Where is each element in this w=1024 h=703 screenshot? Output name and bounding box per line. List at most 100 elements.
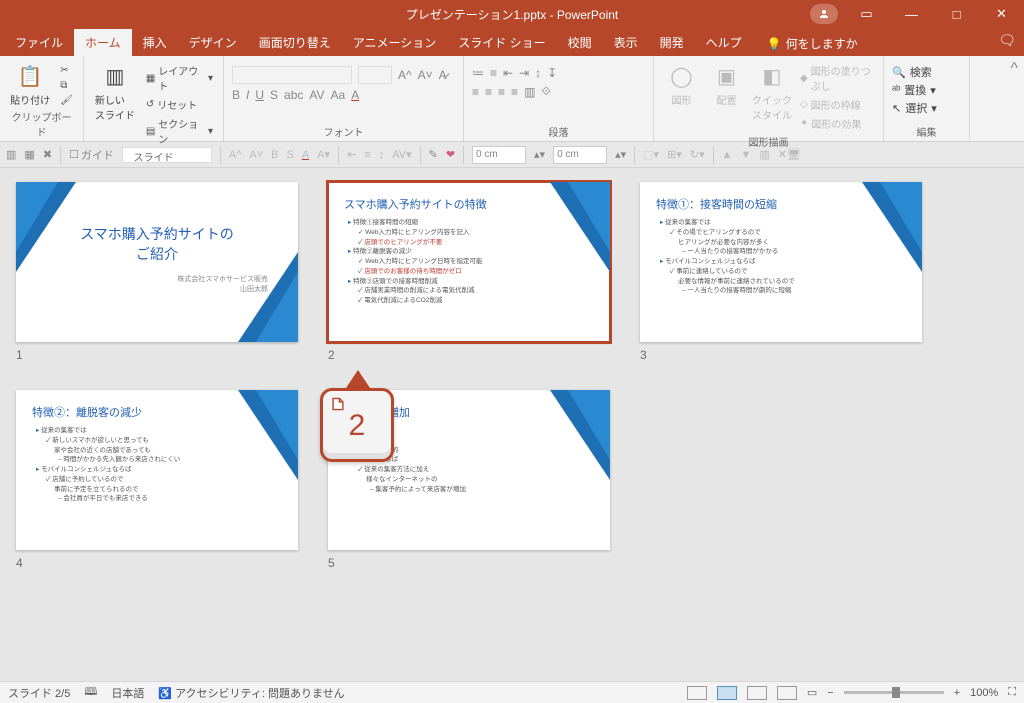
- align-left-button[interactable]: ≡: [472, 85, 479, 99]
- eyedropper[interactable]: ✎: [429, 148, 438, 161]
- zoom-in-button[interactable]: +: [954, 687, 960, 699]
- strikethrough-button[interactable]: S: [270, 88, 278, 102]
- change-case-button[interactable]: Aa: [331, 88, 346, 102]
- new-slide-button[interactable]: ▥新しい スライド: [92, 60, 138, 122]
- highlight[interactable]: A▾: [317, 148, 330, 161]
- replace-button[interactable]: ᵃᵇ置換▾: [892, 82, 937, 98]
- quick-styles-button[interactable]: ◧クイック スタイル: [752, 60, 792, 122]
- grow-font[interactable]: A^: [229, 149, 242, 161]
- justify-button[interactable]: ≡: [511, 85, 518, 99]
- tab-insert[interactable]: 挿入: [132, 29, 178, 56]
- qat-stop[interactable]: ▦: [24, 148, 34, 161]
- align-l[interactable]: ⇤: [347, 148, 356, 161]
- font-color[interactable]: A: [302, 149, 309, 161]
- section-button[interactable]: ▤セクション▾: [144, 115, 215, 147]
- extra[interactable]: ✕🖥: [778, 148, 801, 161]
- line-spacing-button[interactable]: ↕: [535, 66, 541, 80]
- copy-button[interactable]: ⧉: [58, 79, 75, 92]
- reading-view-button[interactable]: [747, 686, 767, 700]
- tab-home[interactable]: ホーム: [74, 29, 132, 56]
- minimize-button[interactable]: —: [889, 0, 934, 28]
- layout-button[interactable]: ▦レイアウト▾: [144, 62, 215, 94]
- paste-button[interactable]: 📋貼り付け: [8, 60, 52, 107]
- qat-close[interactable]: ✖: [43, 148, 52, 161]
- underline-button[interactable]: U: [255, 88, 264, 102]
- shrink-font[interactable]: A˅: [249, 149, 263, 161]
- increase-indent-button[interactable]: ⇥: [519, 66, 529, 80]
- slide-counter[interactable]: スライド 2/5: [8, 685, 70, 701]
- accessibility-status[interactable]: ♿ アクセシビリティ: 問題ありません: [158, 685, 344, 701]
- tab-transitions[interactable]: 画面切り替え: [248, 29, 342, 56]
- shape-fill-button[interactable]: ◆図形の塗りつぶし: [798, 62, 875, 94]
- slide-thumbnail[interactable]: 来店客の増加ではこっては業が限定的ェルジュならば従来の集客方法に加え様々なインタ…: [328, 390, 610, 550]
- width-input[interactable]: [472, 146, 526, 164]
- normal-view-button[interactable]: [687, 686, 707, 700]
- picker[interactable]: ❤: [446, 148, 455, 161]
- shape-effects-button[interactable]: ✦図形の効果: [798, 115, 875, 132]
- clear-format-icon[interactable]: A̷: [439, 68, 447, 82]
- tab-animations[interactable]: アニメーション: [342, 29, 448, 56]
- align-center-button[interactable]: ≡: [485, 85, 492, 99]
- character-spacing-button[interactable]: AV: [309, 88, 324, 102]
- bullets-button[interactable]: ≔: [472, 66, 484, 80]
- format-painter-button[interactable]: 🖌: [58, 94, 75, 107]
- zoom-level[interactable]: 100%: [970, 687, 998, 699]
- cut-button[interactable]: ✂: [58, 64, 75, 77]
- account-icon[interactable]: [810, 4, 838, 24]
- align-right-button[interactable]: ≡: [498, 85, 505, 99]
- group-btn[interactable]: ⬚▾: [643, 148, 659, 161]
- tab-help[interactable]: ヘルプ: [695, 29, 753, 56]
- font-color-button[interactable]: A: [351, 88, 359, 102]
- tab-review[interactable]: 校閲: [557, 29, 603, 56]
- tab-developer[interactable]: 開発: [649, 29, 695, 56]
- align-r[interactable]: ↕: [379, 149, 385, 161]
- bold-button[interactable]: B: [232, 88, 240, 102]
- arrange-button[interactable]: ▣配置: [707, 60, 746, 107]
- shadow-button[interactable]: abc: [284, 88, 303, 102]
- pane[interactable]: ▥: [759, 148, 769, 161]
- shape-outline-button[interactable]: ◇図形の枠線: [798, 96, 875, 113]
- align-c[interactable]: ≡: [364, 149, 370, 161]
- find-button[interactable]: 🔍検索: [892, 64, 937, 80]
- share-button[interactable]: 🗨: [998, 32, 1016, 49]
- spacing[interactable]: AV▾: [392, 148, 411, 161]
- text-direction-button[interactable]: ↧: [547, 66, 557, 80]
- ribbon-display-options-icon[interactable]: ▭: [844, 0, 889, 28]
- grow-font-icon[interactable]: A^: [398, 68, 412, 82]
- tab-view[interactable]: 表示: [603, 29, 649, 56]
- slide-sorter[interactable]: スマホ購入予約サイトの ご紹介株式会社スマホサービス販売 山田太郎1スマホ購入予…: [0, 168, 1024, 681]
- strike[interactable]: S: [287, 149, 294, 161]
- select-button[interactable]: ↖選択▾: [892, 100, 937, 116]
- close-button[interactable]: ✕: [979, 0, 1024, 28]
- send-back[interactable]: ▼: [740, 149, 751, 161]
- fit-window-button[interactable]: ⛶: [1008, 686, 1016, 699]
- tab-file[interactable]: ファイル: [4, 29, 74, 56]
- slideshow-view-button[interactable]: [777, 686, 797, 700]
- decrease-indent-button[interactable]: ⇤: [503, 66, 513, 80]
- tab-design[interactable]: デザイン: [178, 29, 248, 56]
- tab-slideshow[interactable]: スライド ショー: [447, 29, 556, 56]
- columns-button[interactable]: ▥: [524, 85, 535, 99]
- smartart-button[interactable]: ⟐: [541, 84, 550, 99]
- bring-fwd[interactable]: ▲: [722, 149, 733, 161]
- tell-me[interactable]: 💡何をしますか: [761, 31, 864, 56]
- slide-thumbnail[interactable]: スマホ購入予約サイトの特徴特徴①接客時間の短縮Web入力時にヒアリング内容を記入…: [328, 182, 610, 342]
- sorter-view-button[interactable]: [717, 686, 737, 700]
- spellcheck-icon[interactable]: 🕮: [84, 683, 97, 702]
- notes-toggle[interactable]: ▭: [807, 686, 817, 699]
- height-input[interactable]: [553, 146, 607, 164]
- slide-thumbnail[interactable]: 特徴①：接客時間の短縮従来の集客ではその場でヒアリングするのでヒアリングが必要な…: [640, 182, 922, 342]
- language-indicator[interactable]: 日本語: [111, 685, 144, 701]
- align-btn[interactable]: ⊞▾: [667, 148, 682, 161]
- zoom-slider[interactable]: [844, 691, 944, 694]
- bold[interactable]: B: [271, 149, 278, 161]
- slide-thumbnail[interactable]: スマホ購入予約サイトの ご紹介株式会社スマホサービス販売 山田太郎: [16, 182, 298, 342]
- reset-button[interactable]: ↺リセット: [144, 96, 215, 113]
- maximize-button[interactable]: □: [934, 0, 979, 28]
- numbering-button[interactable]: ≡: [490, 66, 497, 80]
- slide-thumbnail[interactable]: 特徴②：離脱客の減少従来の集客では新しいスマホが欲しいと思っても家や会社の近くの…: [16, 390, 298, 550]
- zoom-out-button[interactable]: −: [827, 687, 833, 699]
- shrink-font-icon[interactable]: A˅: [418, 68, 433, 82]
- collapse-ribbon-icon[interactable]: ^: [970, 56, 1024, 141]
- qat-new[interactable]: ▥: [6, 148, 16, 161]
